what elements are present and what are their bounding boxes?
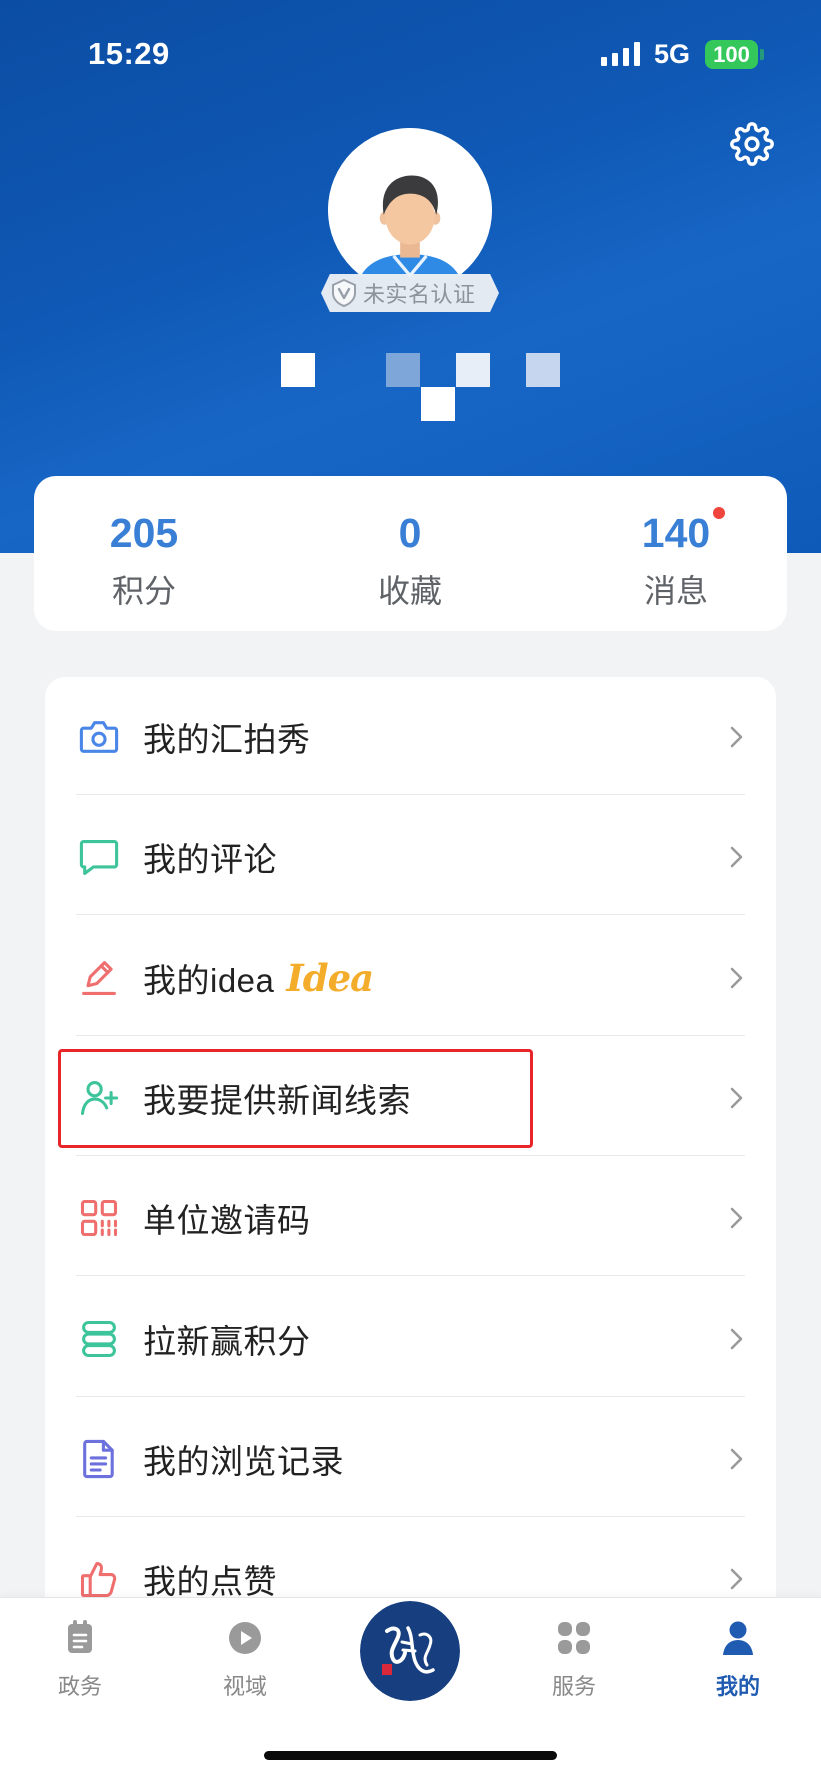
menu-item-text: 我的汇拍秀 [143, 677, 311, 797]
profile-header: 15:29 5G 100 未实名认证 [0, 0, 821, 553]
chevron-right-icon [724, 1206, 748, 1230]
stat-value: 140 [641, 510, 711, 556]
comment-icon [77, 835, 121, 879]
tab-label: 视域 [222, 1674, 267, 1699]
stat-value: 0 [398, 510, 422, 556]
menu-item-label: 拉新赢积分 [143, 1323, 311, 1360]
menu-item-comments[interactable]: 我的评论 [45, 797, 776, 917]
menu-item-label: 单位邀请码 [143, 1202, 311, 1239]
pencil-icon [77, 956, 121, 1000]
tab-government[interactable]: 政务 [20, 1598, 140, 1718]
idea-tag: Idea [286, 956, 374, 1000]
avatar-icon[interactable] [328, 128, 492, 292]
tab-mine[interactable]: 我的 [678, 1598, 798, 1718]
menu-item-referral-points[interactable]: 拉新赢积分 [45, 1279, 776, 1399]
menu-item-label: 我的idea [143, 962, 275, 999]
stat-points[interactable]: 205 积分 [44, 476, 244, 631]
chevron-right-icon [724, 966, 748, 990]
play-icon [225, 1618, 265, 1658]
menu-item-history[interactable]: 我的浏览记录 [45, 1399, 776, 1519]
mosaic-block [421, 387, 455, 421]
menu-item-label: 我的评论 [143, 841, 277, 878]
network-label: 5G [654, 39, 691, 69]
chevron-right-icon [724, 845, 748, 869]
chevron-right-icon [724, 1086, 748, 1110]
qr-code-icon [77, 1196, 121, 1240]
battery-indicator: 100 [705, 40, 758, 69]
stat-label: 消息 [643, 573, 708, 609]
menu-item-text: 单位邀请码 [143, 1158, 311, 1278]
mosaic-block [386, 353, 420, 387]
stats-card: 205 积分 0 收藏 140 消息 [34, 476, 787, 631]
camera-icon [77, 715, 121, 759]
status-time: 15:29 [88, 36, 170, 71]
stat-messages[interactable]: 140 消息 [576, 476, 776, 631]
menu-item-text: 我的评论 [143, 797, 277, 917]
tab-label: 政务 [57, 1674, 102, 1699]
bottom-tab-bar: 政务 视域 服务 我的 [0, 1597, 821, 1777]
app-logo[interactable] [360, 1601, 460, 1701]
verify-badge-label: 未实名认证 [363, 282, 476, 307]
mosaic-block [281, 353, 315, 387]
stat-value: 205 [109, 510, 179, 556]
v-shield-icon [329, 278, 359, 308]
menu-item-idea[interactable]: 我的idea Idea [45, 918, 776, 1038]
thumbs-up-icon [77, 1557, 121, 1601]
chevron-right-icon [724, 1447, 748, 1471]
menu-item-label: 我的浏览记录 [143, 1443, 344, 1480]
highlight-box [58, 1049, 533, 1148]
tab-services[interactable]: 服务 [514, 1598, 634, 1718]
chevron-right-icon [724, 1567, 748, 1591]
chevron-right-icon [724, 725, 748, 749]
battery-cap [760, 49, 764, 60]
coins-icon [77, 1317, 121, 1361]
signal-icon [601, 42, 643, 66]
stat-favorites[interactable]: 0 收藏 [310, 476, 510, 631]
menu-item-label: 我的点赞 [143, 1563, 277, 1600]
menu-item-invite-code[interactable]: 单位邀请码 [45, 1158, 776, 1278]
home-indicator[interactable] [264, 1751, 557, 1760]
stat-label: 收藏 [377, 573, 442, 609]
stat-label: 积分 [111, 573, 176, 609]
menu-item-text: 我的idea Idea [143, 918, 374, 1038]
menu-item-text: 拉新赢积分 [143, 1279, 311, 1399]
mosaic-block [456, 353, 490, 387]
verify-badge[interactable]: 未实名认证 [321, 274, 499, 312]
tab-label: 我的 [715, 1674, 760, 1699]
chevron-right-icon [724, 1327, 748, 1351]
menu-item-text: 我的浏览记录 [143, 1399, 344, 1519]
document-icon [77, 1437, 121, 1481]
tab-video[interactable]: 视域 [185, 1598, 305, 1718]
mosaic-block [526, 353, 560, 387]
menu-item-label: 我的汇拍秀 [143, 721, 311, 758]
notebook-icon [60, 1618, 100, 1658]
gear-icon[interactable] [730, 122, 774, 166]
unread-dot [713, 507, 725, 519]
menu-item-pai-show[interactable]: 我的汇拍秀 [45, 677, 776, 797]
grid-icon [554, 1618, 594, 1658]
tab-label: 服务 [551, 1674, 596, 1699]
person-icon [718, 1618, 758, 1658]
